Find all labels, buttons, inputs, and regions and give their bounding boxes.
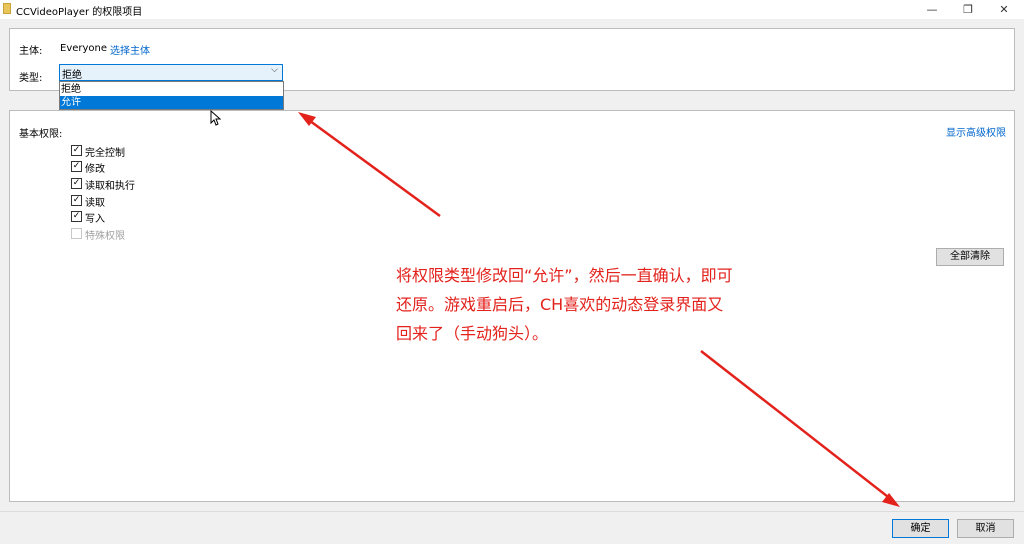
arrow-to-ok <box>700 350 893 501</box>
annotation-arrows <box>298 112 900 507</box>
arrow-to-dropdown <box>305 116 441 218</box>
